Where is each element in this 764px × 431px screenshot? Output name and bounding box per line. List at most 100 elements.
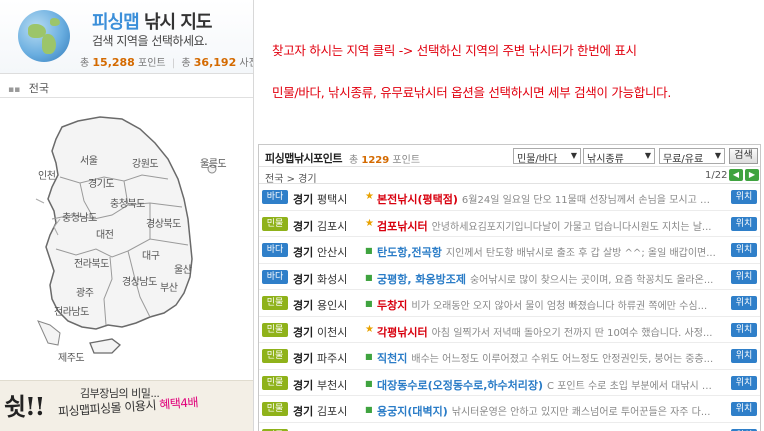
point-name[interactable]: 각평낚시터	[377, 326, 428, 339]
list-item[interactable]: 바다 경기 화성시 ■ 궁평항, 화옹방조제 숭어낚시로 많이 찾으시는 곳이며, 요즘 …	[259, 264, 760, 290]
point-summary[interactable]: 탄도항,전곡항 지인께서 탄도항 배낚시로 출조 후 갑 살방 ^^; 올일 배갑…	[377, 244, 717, 260]
location-button[interactable]: 위치	[731, 269, 757, 284]
promo-headline: 쉿!!	[4, 392, 45, 421]
region-gangwon[interactable]: 강원도	[132, 155, 159, 170]
region-ulleung[interactable]: 울릉도	[200, 155, 227, 170]
list-item[interactable]: 민물 경기 파주시 ■ 직천지 배수는 어느정도 이루어졌고 수위도 어느정도 안정권인듯…	[259, 343, 760, 370]
list-item[interactable]: 민물 경기 김포시 ★ 검포낚시터 안녕하세요김포지기입니다날이 가물고 덥습니다시원도 …	[259, 211, 760, 237]
chevron-down-icon: ▼	[714, 151, 721, 160]
photos-count: 36,192	[193, 56, 237, 69]
list-item[interactable]: 민물 경기 용인시 ■ 두창지 비가 오래동안 오지 않아서 물이 엄청 빠졌습니다 하류…	[259, 290, 760, 317]
province: 경기	[293, 378, 314, 392]
notice-line2: 민물/바다, 낚시종류, 유무료낚시터 옵션을 선택하시면 세부 검색이 가능합…	[272, 85, 672, 100]
korea-map[interactable]: 서울 강원도 인천 경기도 울릉도 충청북도 충청남도 경상북도 대전 대구 전…	[0, 99, 253, 379]
point-summary[interactable]: 검포낚시터 안녕하세요김포지기입니다날이 가물고 덥습니다시원도 지치는 날...	[377, 218, 717, 234]
point-summary[interactable]: 두창지 비가 오래동안 오지 않아서 물이 엄청 빠졌습니다 하류권 쪽에만 수심…	[377, 297, 717, 313]
location-button[interactable]: 위치	[731, 349, 757, 363]
region-ulsan[interactable]: 울산	[174, 261, 192, 276]
location-button[interactable]: 위치	[731, 322, 757, 337]
water-type-badge: 바다	[262, 269, 288, 284]
point-description: 숭어낚시로 많이 찾으시는 곳이며, 요즘 학꽁치도 올라온...	[469, 274, 714, 286]
region-gwangju[interactable]: 광주	[76, 284, 94, 299]
region-daejeon[interactable]: 대전	[96, 226, 114, 241]
region-jeonnam[interactable]: 전라남도	[54, 303, 89, 318]
region-daegu[interactable]: 대구	[142, 247, 160, 262]
point-name[interactable]: 대장동수로(오정동수로,하수처리장)	[377, 379, 543, 392]
list-item[interactable]: 민물 경기 부천시 ■ 대장동수로(오정동수로,하수처리장) C 포인트 수로 초입 부분…	[259, 370, 760, 396]
province: 경기	[293, 193, 314, 206]
point-summary[interactable]: 각평낚시터 아침 일찍가서 저녁때 돌아오기 전까지 딴 10여수 했습니다. 사…	[377, 324, 717, 340]
square-icon: ■	[365, 352, 373, 361]
point-name[interactable]: 탄도항,전곡항	[377, 246, 442, 259]
water-type-select[interactable]: 민물/바다 ▼	[513, 148, 581, 165]
region-busan[interactable]: 부산	[160, 279, 178, 294]
water-type-badge: 민물	[262, 296, 288, 310]
list-item[interactable]: 민물 경기 이천시 ★ 각평낚시터 아침 일찍가서 저녁때 돌아오기 전까지 딴 10여수…	[259, 317, 760, 343]
point-name[interactable]: 검포낚시터	[377, 220, 428, 233]
list-item[interactable]: 바다 경기 평택시 ★ 본전낚시(평택점) 6월24일 일요일 단오 11물때 선장님께서…	[259, 184, 760, 211]
water-type-badge: 민물	[262, 349, 288, 363]
chevron-left-icon[interactable]: ◀	[729, 169, 743, 181]
region-jeonbuk[interactable]: 전라북도	[74, 255, 109, 270]
brand-title-part2: 낚시 지도	[143, 12, 213, 33]
water-type-badge: 바다	[262, 190, 288, 204]
point-name[interactable]: 본전낚시(평택점)	[377, 193, 458, 206]
point-description: 안녕하세요김포지기입니다날이 가물고 덥습니다시원도 지치는 날...	[431, 221, 712, 233]
breadcrumb-current[interactable]: 전국	[29, 82, 49, 95]
region-seoul[interactable]: 서울	[80, 152, 98, 167]
point-description: 6월24일 일요일 단오 11물때 선장님께서 손님을 모시고 출...	[461, 195, 717, 206]
fee-type-select[interactable]: 무료/유료 ▼	[659, 148, 725, 165]
point-summary[interactable]: 용궁지(대벽지) 낚시터운영은 안하고 있지만 쾌스넘어로 투어꾼들은 자주 다.…	[377, 403, 717, 419]
chevron-down-icon: ▼	[570, 151, 577, 160]
fishing-type-select[interactable]: 낚시종류 ▼	[583, 148, 655, 165]
province: 경기	[293, 325, 314, 339]
water-type-value: 민물/바다	[517, 154, 558, 165]
location-button[interactable]: 위치	[731, 243, 757, 257]
point-description: 지인께서 탄도항 배낚시로 출조 후 갑 살방 ^^; 올일 배갑이면...	[445, 248, 716, 259]
star-icon: ★	[365, 323, 374, 335]
point-name[interactable]: 직천지	[377, 352, 407, 365]
list-item[interactable]: 민물경기이천시■백사지(신론생태유원계곡)4월 20일 배수공사 이후 수위가 …	[259, 423, 760, 431]
chevron-down-icon: ▼	[644, 151, 651, 160]
province: 경기	[293, 405, 314, 418]
list-count-prefix: 총	[349, 155, 359, 166]
point-summary[interactable]: 대장동수로(오정동수로,하수처리장) C 포인트 수로 초입 부분에서 대낚시 하…	[377, 377, 717, 393]
promo-banner[interactable]: 쉿!! 김부장님의 비밀... 피싱맵피싱몰 이용시 혜택4배	[0, 380, 253, 431]
point-description: 배수는 어느정도 이루어졌고 수위도 어느정도 안정권인듯, 붕어는 중층...	[411, 354, 714, 365]
region-chungnam[interactable]: 충청남도	[62, 209, 97, 224]
point-summary[interactable]: 궁평항, 화옹방조제 숭어낚시로 많이 찾으시는 곳이며, 요즘 학꽁치도 올라온…	[377, 271, 717, 287]
point-name[interactable]: 용궁지(대벽지)	[377, 405, 448, 418]
point-description: C 포인트 수로 초입 부분에서 대낚시 하...	[547, 380, 717, 392]
search-button[interactable]: 검색	[729, 148, 758, 164]
region-gyeonggi[interactable]: 경기도	[88, 175, 115, 190]
city: 용인시	[317, 299, 348, 312]
water-type-badge: 민물	[262, 322, 288, 337]
list-item[interactable]: 민물 경기 김포시 ■ 용궁지(대벽지) 낚시터운영은 안하고 있지만 쾌스넘어로 투어꾼…	[259, 396, 760, 423]
notice-line1: 찾고자 하시는 지역 클릭 -> 선택하신 지역의 주변 낚시터가 한번에 표시	[272, 43, 637, 58]
region-incheon[interactable]: 인천	[38, 167, 56, 182]
brand-title-part1: 피싱맵	[92, 12, 140, 33]
fee-type-value: 무료/유료	[663, 154, 704, 165]
location-button[interactable]: 위치	[731, 296, 757, 310]
location-button[interactable]: 위치	[731, 402, 757, 416]
list-item[interactable]: 바다 경기 안산시 ■ 탄도항,전곡항 지인께서 탄도항 배낚시로 출조 후 갑 살방 ^…	[259, 237, 760, 264]
location-button[interactable]: 위치	[731, 216, 757, 231]
region-chungbuk[interactable]: 충청북도	[110, 195, 145, 210]
pager-status: 1/22	[705, 170, 728, 181]
location-button[interactable]: 위치	[731, 190, 757, 204]
chevron-right-icon[interactable]: ▶	[745, 169, 759, 181]
region-gyeongbuk[interactable]: 경상북도	[146, 215, 181, 230]
location-button[interactable]: 위치	[731, 375, 757, 390]
point-summary[interactable]: 본전낚시(평택점) 6월24일 일요일 단오 11물때 선장님께서 손님을 모시고…	[377, 191, 717, 207]
point-name[interactable]: 궁평항, 화옹방조제	[377, 273, 466, 286]
city: 김포시	[317, 219, 348, 233]
water-type-badge: 민물	[262, 216, 288, 231]
region-jeju[interactable]: 제주도	[58, 349, 85, 364]
breadcrumb: ▪▪ 전국	[0, 74, 253, 98]
point-summary[interactable]: 직천지 배수는 어느정도 이루어졌고 수위도 어느정도 안정권인듯, 붕어는 중층…	[377, 350, 717, 366]
promo-line2-text: 피싱맵피싱몰 이용시	[57, 398, 157, 419]
water-type-badge: 바다	[262, 243, 288, 257]
region-gyeongnam[interactable]: 경상남도	[122, 273, 157, 288]
point-name[interactable]: 두창지	[377, 299, 407, 312]
list-breadcrumb: 전국 > 경기	[265, 174, 317, 185]
